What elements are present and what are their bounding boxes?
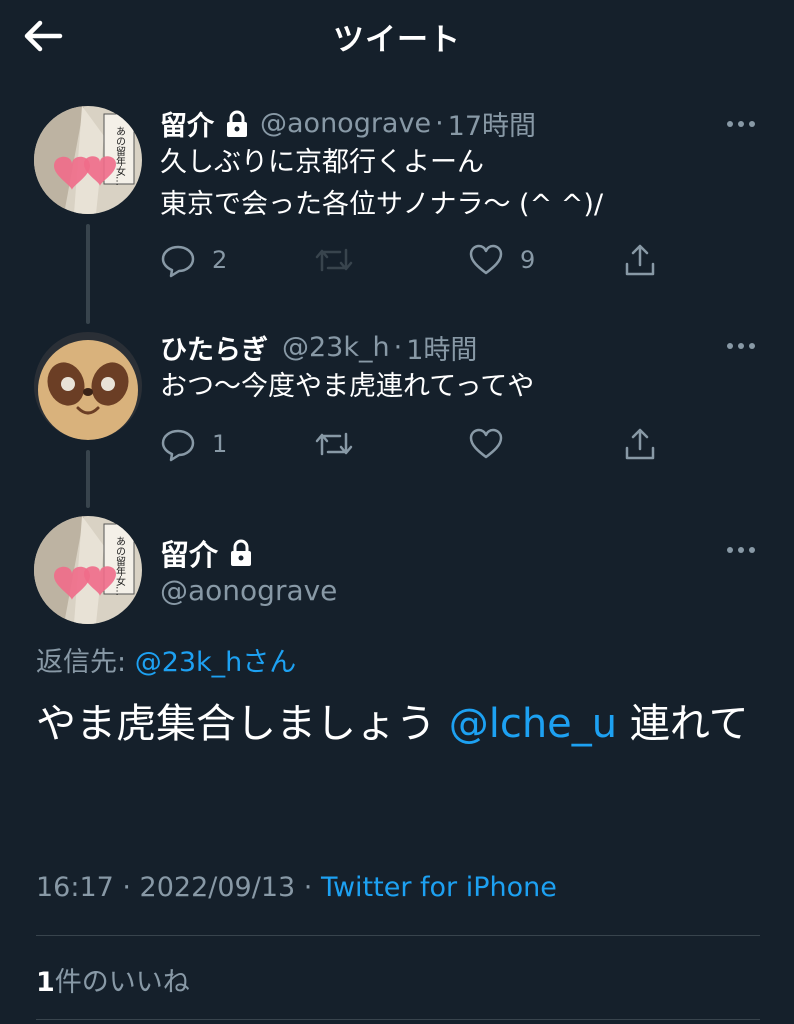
display-name[interactable]: 留介 [160,104,214,143]
handle[interactable]: @aonograve [260,108,431,139]
like-button[interactable]: 9 [468,240,535,280]
likes-summary[interactable]: 1件のいいね [36,960,190,999]
more-icon [727,547,755,553]
timestamp[interactable]: 17時間 [448,104,536,143]
retweet-button[interactable] [314,240,370,280]
like-icon [469,244,503,275]
retweet-button[interactable] [314,424,370,464]
likes-count: 1 [36,967,55,998]
reply-to-label: 返信先: [36,647,135,678]
reply-count: 1 [212,430,228,458]
divider [36,1019,760,1020]
tweet-text: 久しぶりに京都行くよーん 東京で会った各位サノナラ〜 (^ ^)/ [160,147,604,220]
thread-line [86,224,90,324]
more-icon [727,121,755,127]
display-name[interactable]: 留介 [160,532,218,574]
more-button[interactable] [724,540,764,560]
lock-icon [231,539,252,566]
main-text-part: やま虎集合しましょう [36,701,449,747]
handle[interactable]: @23k_h [282,332,390,363]
like-icon [469,428,503,459]
mention-link[interactable]: @lche_u [449,701,617,747]
main-text-part: 連れて [617,701,749,747]
more-button[interactable] [724,336,764,356]
avatar-image: あの留年女… [34,106,142,214]
share-button[interactable] [622,424,658,464]
tweet-header: 留介 @aonograve · 17時間 [160,104,536,143]
more-icon [727,343,755,349]
avatar-image [34,332,142,440]
reply-button[interactable]: 2 [160,240,227,280]
avatar-image: あの留年女… [34,516,142,624]
top-bar: ツイート [0,0,794,72]
share-icon [625,244,655,276]
page-title: ツイート [333,22,461,58]
tweet-text: おつ〜今度やま虎連れてってや [160,371,535,402]
avatar[interactable] [34,332,142,440]
avatar[interactable]: あの留年女… [34,516,142,624]
retweet-icon [315,248,353,272]
likes-label: 件のいいね [54,967,190,998]
reply-to-line: 返信先: @23k_hさん [36,640,296,679]
thread-line [86,450,90,508]
display-name[interactable]: ひたらぎ [160,328,268,367]
tweet-header: ひたらぎ @23k_h · 1時間 [160,328,477,367]
tweet-source-link[interactable]: Twitter for iPhone [321,872,557,903]
share-icon [625,428,655,460]
avatar[interactable]: あの留年女… [34,106,142,214]
like-count: 9 [520,246,536,274]
separator-dot: · [393,332,403,363]
more-button[interactable] [724,114,764,134]
main-tweet-author: 留介 [160,532,260,574]
retweet-icon [315,432,353,456]
reply-to-mention[interactable]: @23k_hさん [135,647,297,678]
reply-count: 2 [212,246,228,274]
avatar-caption: あの留年女… [114,536,126,596]
lock-icon [227,110,247,137]
like-button[interactable] [468,424,520,464]
handle[interactable]: @aonograve [160,574,337,607]
reply-icon [161,245,195,278]
divider [36,935,760,936]
tweet-datetime: 16:17 · 2022/09/13 · [36,872,321,903]
avatar-caption: あの留年女… [114,126,126,186]
tweet-meta: 16:17 · 2022/09/13 · Twitter for iPhone [36,872,557,903]
timestamp[interactable]: 1時間 [406,328,477,367]
separator-dot: · [435,108,444,139]
reply-icon [161,429,195,462]
main-tweet-text: やま虎集合しましょう @lche_u 連れて [36,692,766,756]
reply-button[interactable]: 1 [160,424,227,464]
share-button[interactable] [622,240,658,280]
